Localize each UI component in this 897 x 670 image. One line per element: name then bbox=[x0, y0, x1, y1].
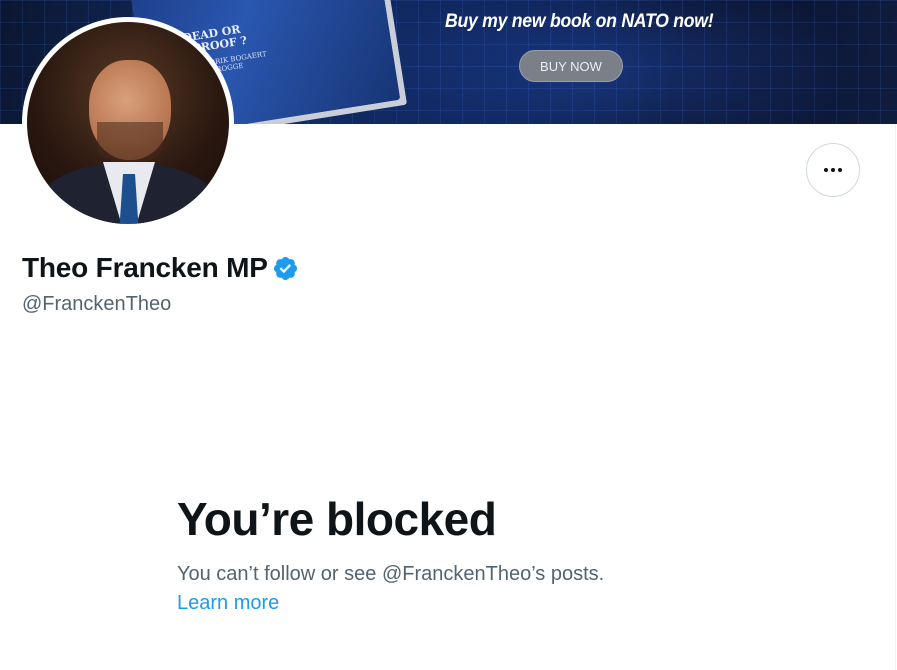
avatar-photo bbox=[27, 22, 229, 224]
verified-badge-icon[interactable] bbox=[272, 255, 299, 282]
column-divider bbox=[895, 124, 896, 670]
display-name: Theo Francken MP bbox=[22, 252, 268, 283]
more-options-button[interactable] bbox=[806, 143, 860, 197]
blocked-description: You can’t follow or see @FranckenTheo’s … bbox=[177, 563, 605, 585]
profile-handle: @FranckenTheo bbox=[22, 293, 172, 315]
buy-now-button: BUY NOW bbox=[519, 50, 623, 82]
avatar[interactable] bbox=[22, 17, 234, 229]
blocked-heading: You’re blocked bbox=[177, 493, 497, 545]
profile-name-row: Theo Francken MP bbox=[22, 252, 299, 284]
banner-promo-text: Buy my new book on NATO now! bbox=[445, 11, 714, 32]
more-horizontal-icon bbox=[824, 168, 828, 172]
learn-more-link[interactable]: Learn more bbox=[177, 592, 279, 615]
